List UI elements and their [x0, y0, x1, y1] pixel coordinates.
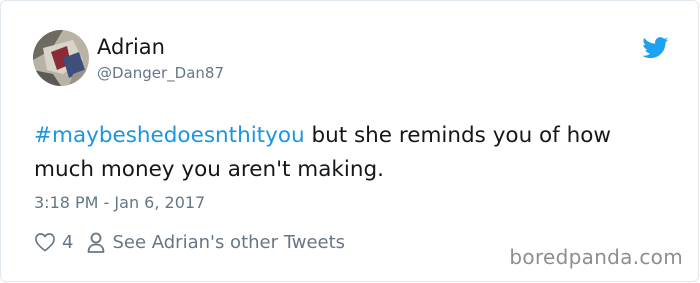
- like-count[interactable]: 4: [62, 232, 73, 253]
- author-handle[interactable]: @Danger_Dan87: [97, 63, 224, 83]
- avatar[interactable]: [33, 30, 89, 86]
- tweet-text: #maybeshedoesnthityou but she reminds yo…: [34, 119, 674, 187]
- watermark: boredpanda.com: [509, 245, 683, 269]
- hashtag-link[interactable]: #maybeshedoesnthityou: [34, 123, 305, 148]
- heart-icon[interactable]: [34, 232, 56, 252]
- tweet-actions: 4 See Adrian's other Tweets: [34, 229, 345, 255]
- person-icon[interactable]: [87, 232, 105, 253]
- avatar-image: [33, 30, 89, 86]
- tweet-timestamp[interactable]: 3:18 PM - Jan 6, 2017: [34, 191, 205, 215]
- tweet-card: Adrian @Danger_Dan87 #maybeshedoesnthity…: [0, 0, 699, 282]
- author-name[interactable]: Adrian: [97, 34, 165, 60]
- other-tweets-link[interactable]: See Adrian's other Tweets: [112, 232, 345, 253]
- twitter-bird-icon[interactable]: [642, 37, 669, 59]
